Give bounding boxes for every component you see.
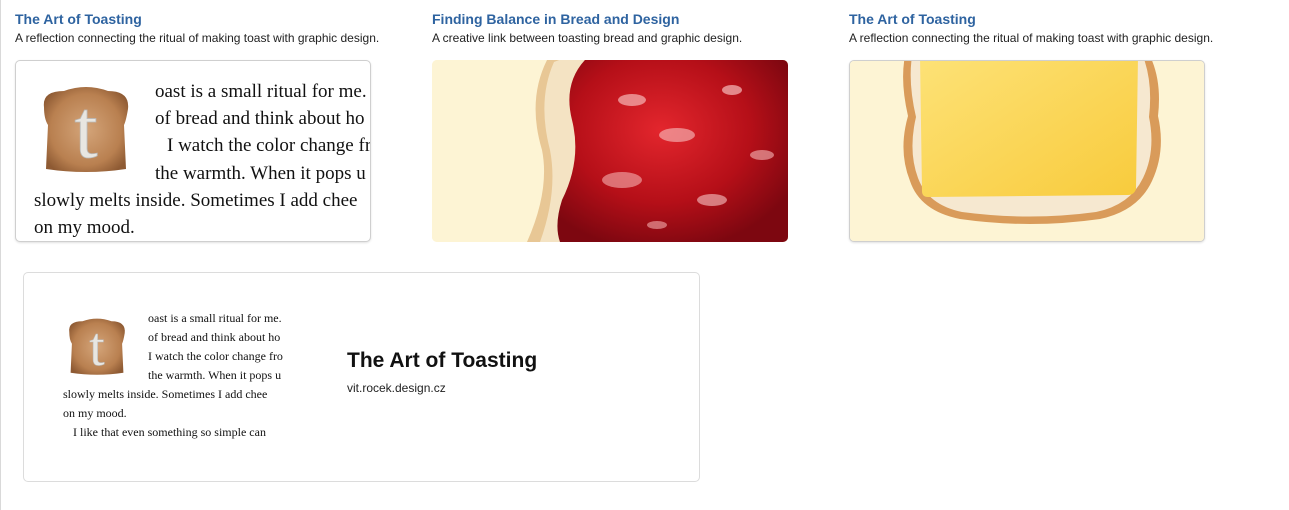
article-description: A creative link between toasting bread a… — [432, 31, 743, 45]
toast-text-line: slowly melts inside. Sometimes I add che… — [63, 387, 268, 401]
svg-text:t: t — [89, 316, 105, 377]
toast-text-line: the warmth. When it pops u — [155, 163, 366, 184]
article-title-link[interactable]: The Art of Toasting — [15, 10, 375, 28]
article-thumbnail-bread-jam[interactable] — [432, 60, 788, 242]
link-preview-card[interactable]: t oast is a small ritual for me. of brea… — [23, 272, 700, 482]
toast-text-line: oast is a small ritual for me. — [155, 81, 367, 102]
toast-text-line: I watch the color change fro — [148, 349, 283, 363]
toast-text-line: oast is a small ritual for me. — [148, 311, 282, 325]
toast-drop-cap-icon: t — [69, 316, 125, 377]
toast-text-preview: t oast is a small ritual for me. of brea… — [16, 61, 370, 241]
bread-with-cheese-image — [850, 61, 1204, 241]
toast-text-line: on my mood. — [63, 406, 127, 420]
article-card[interactable]: The Art of Toasting A reflection connect… — [15, 10, 380, 242]
toast-text-line: the warmth. When it pops u — [148, 368, 282, 382]
article-description: A reflection connecting the ritual of ma… — [15, 31, 380, 45]
article-title-link[interactable]: The Art of Toasting — [849, 10, 1209, 28]
bread-with-jam-image — [432, 60, 788, 242]
svg-text:t: t — [74, 85, 97, 175]
article-card[interactable]: Finding Balance in Bread and Design A cr… — [432, 10, 792, 242]
article-thumbnail-toast-text[interactable]: t oast is a small ritual for me. of brea… — [15, 60, 371, 242]
page: The Art of Toasting A reflection connect… — [0, 0, 1289, 510]
link-preview-thumbnail: t oast is a small ritual for me. of brea… — [62, 309, 304, 449]
toast-drop-cap-icon: t — [43, 85, 129, 175]
article-description: A reflection connecting the ritual of ma… — [849, 31, 1214, 45]
toast-text-line: I like that even something so simple can — [73, 425, 266, 439]
article-title-link[interactable]: Finding Balance in Bread and Design — [432, 10, 792, 28]
toast-text-line: I watch the color change fro — [167, 135, 370, 156]
toast-text-line: of bread and think about ho — [155, 108, 365, 129]
toast-text-line: slowly melts inside. Sometimes I add che… — [34, 190, 358, 211]
toast-text-line: on my mood. — [34, 217, 135, 238]
article-card[interactable]: The Art of Toasting A reflection connect… — [849, 10, 1214, 242]
article-thumbnail-bread-cheese[interactable] — [849, 60, 1205, 242]
link-preview-url[interactable]: vit.rocek.design.cz — [347, 381, 446, 395]
toast-text-line: of bread and think about ho — [148, 330, 281, 344]
link-preview-title[interactable]: The Art of Toasting — [347, 349, 537, 373]
